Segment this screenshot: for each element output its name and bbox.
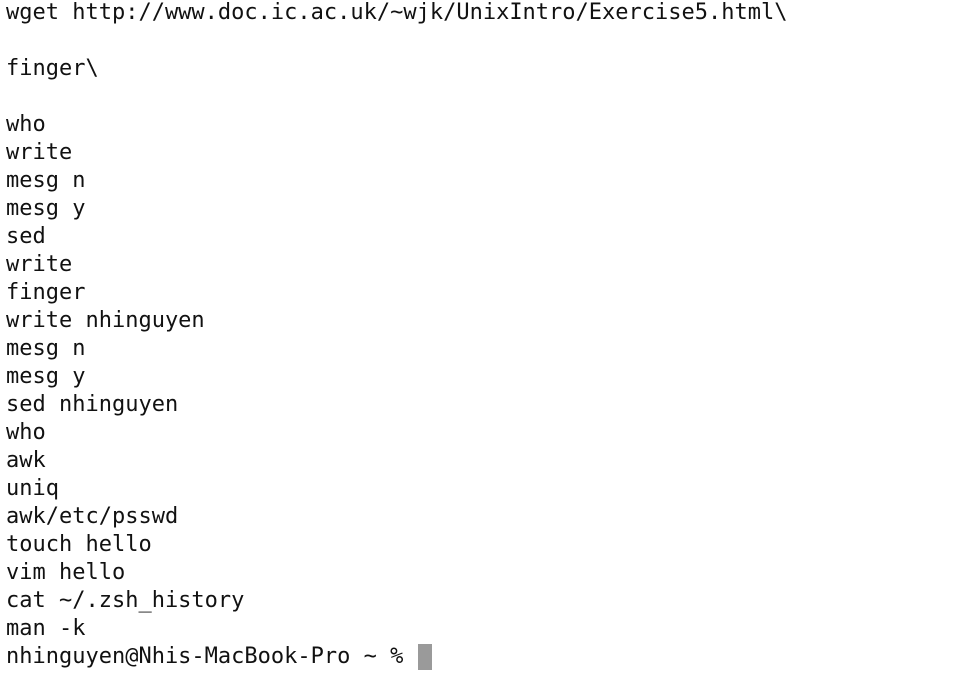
history-line (6, 83, 974, 111)
history-line: write nhinguyen (6, 308, 205, 333)
history-line: who (6, 112, 46, 137)
terminal-output: wget http://www.doc.ic.ac.uk/~wjk/UnixIn… (6, 0, 974, 643)
history-line: awk (6, 448, 46, 473)
command-prompt-line[interactable]: nhinguyen@Nhis-MacBook-Pro ~ % (6, 643, 974, 671)
history-line: touch hello (6, 532, 152, 557)
history-line: sed nhinguyen (6, 392, 179, 417)
history-line: wget http://www.doc.ic.ac.uk/~wjk/UnixIn… (6, 0, 788, 25)
history-line: mesg n (6, 336, 86, 361)
history-line: finger (6, 280, 86, 305)
history-line: awk/etc/psswd (6, 504, 179, 529)
history-line: man -k (6, 616, 86, 641)
history-line: write (6, 140, 73, 165)
history-line (6, 27, 974, 55)
text-cursor (417, 644, 432, 670)
history-line: sed (6, 224, 46, 249)
history-line: write (6, 252, 73, 277)
history-line: who (6, 420, 46, 445)
history-line: mesg y (6, 364, 86, 389)
history-line: finger\ (6, 56, 99, 81)
history-line: mesg y (6, 196, 86, 221)
history-line: mesg n (6, 168, 86, 193)
history-line: cat ~/.zsh_history (6, 588, 245, 613)
history-line: uniq (6, 476, 59, 501)
history-line: vim hello (6, 560, 126, 585)
terminal-window[interactable]: wget http://www.doc.ic.ac.uk/~wjk/UnixIn… (0, 0, 974, 678)
shell-prompt: nhinguyen@Nhis-MacBook-Pro ~ % (6, 644, 417, 669)
